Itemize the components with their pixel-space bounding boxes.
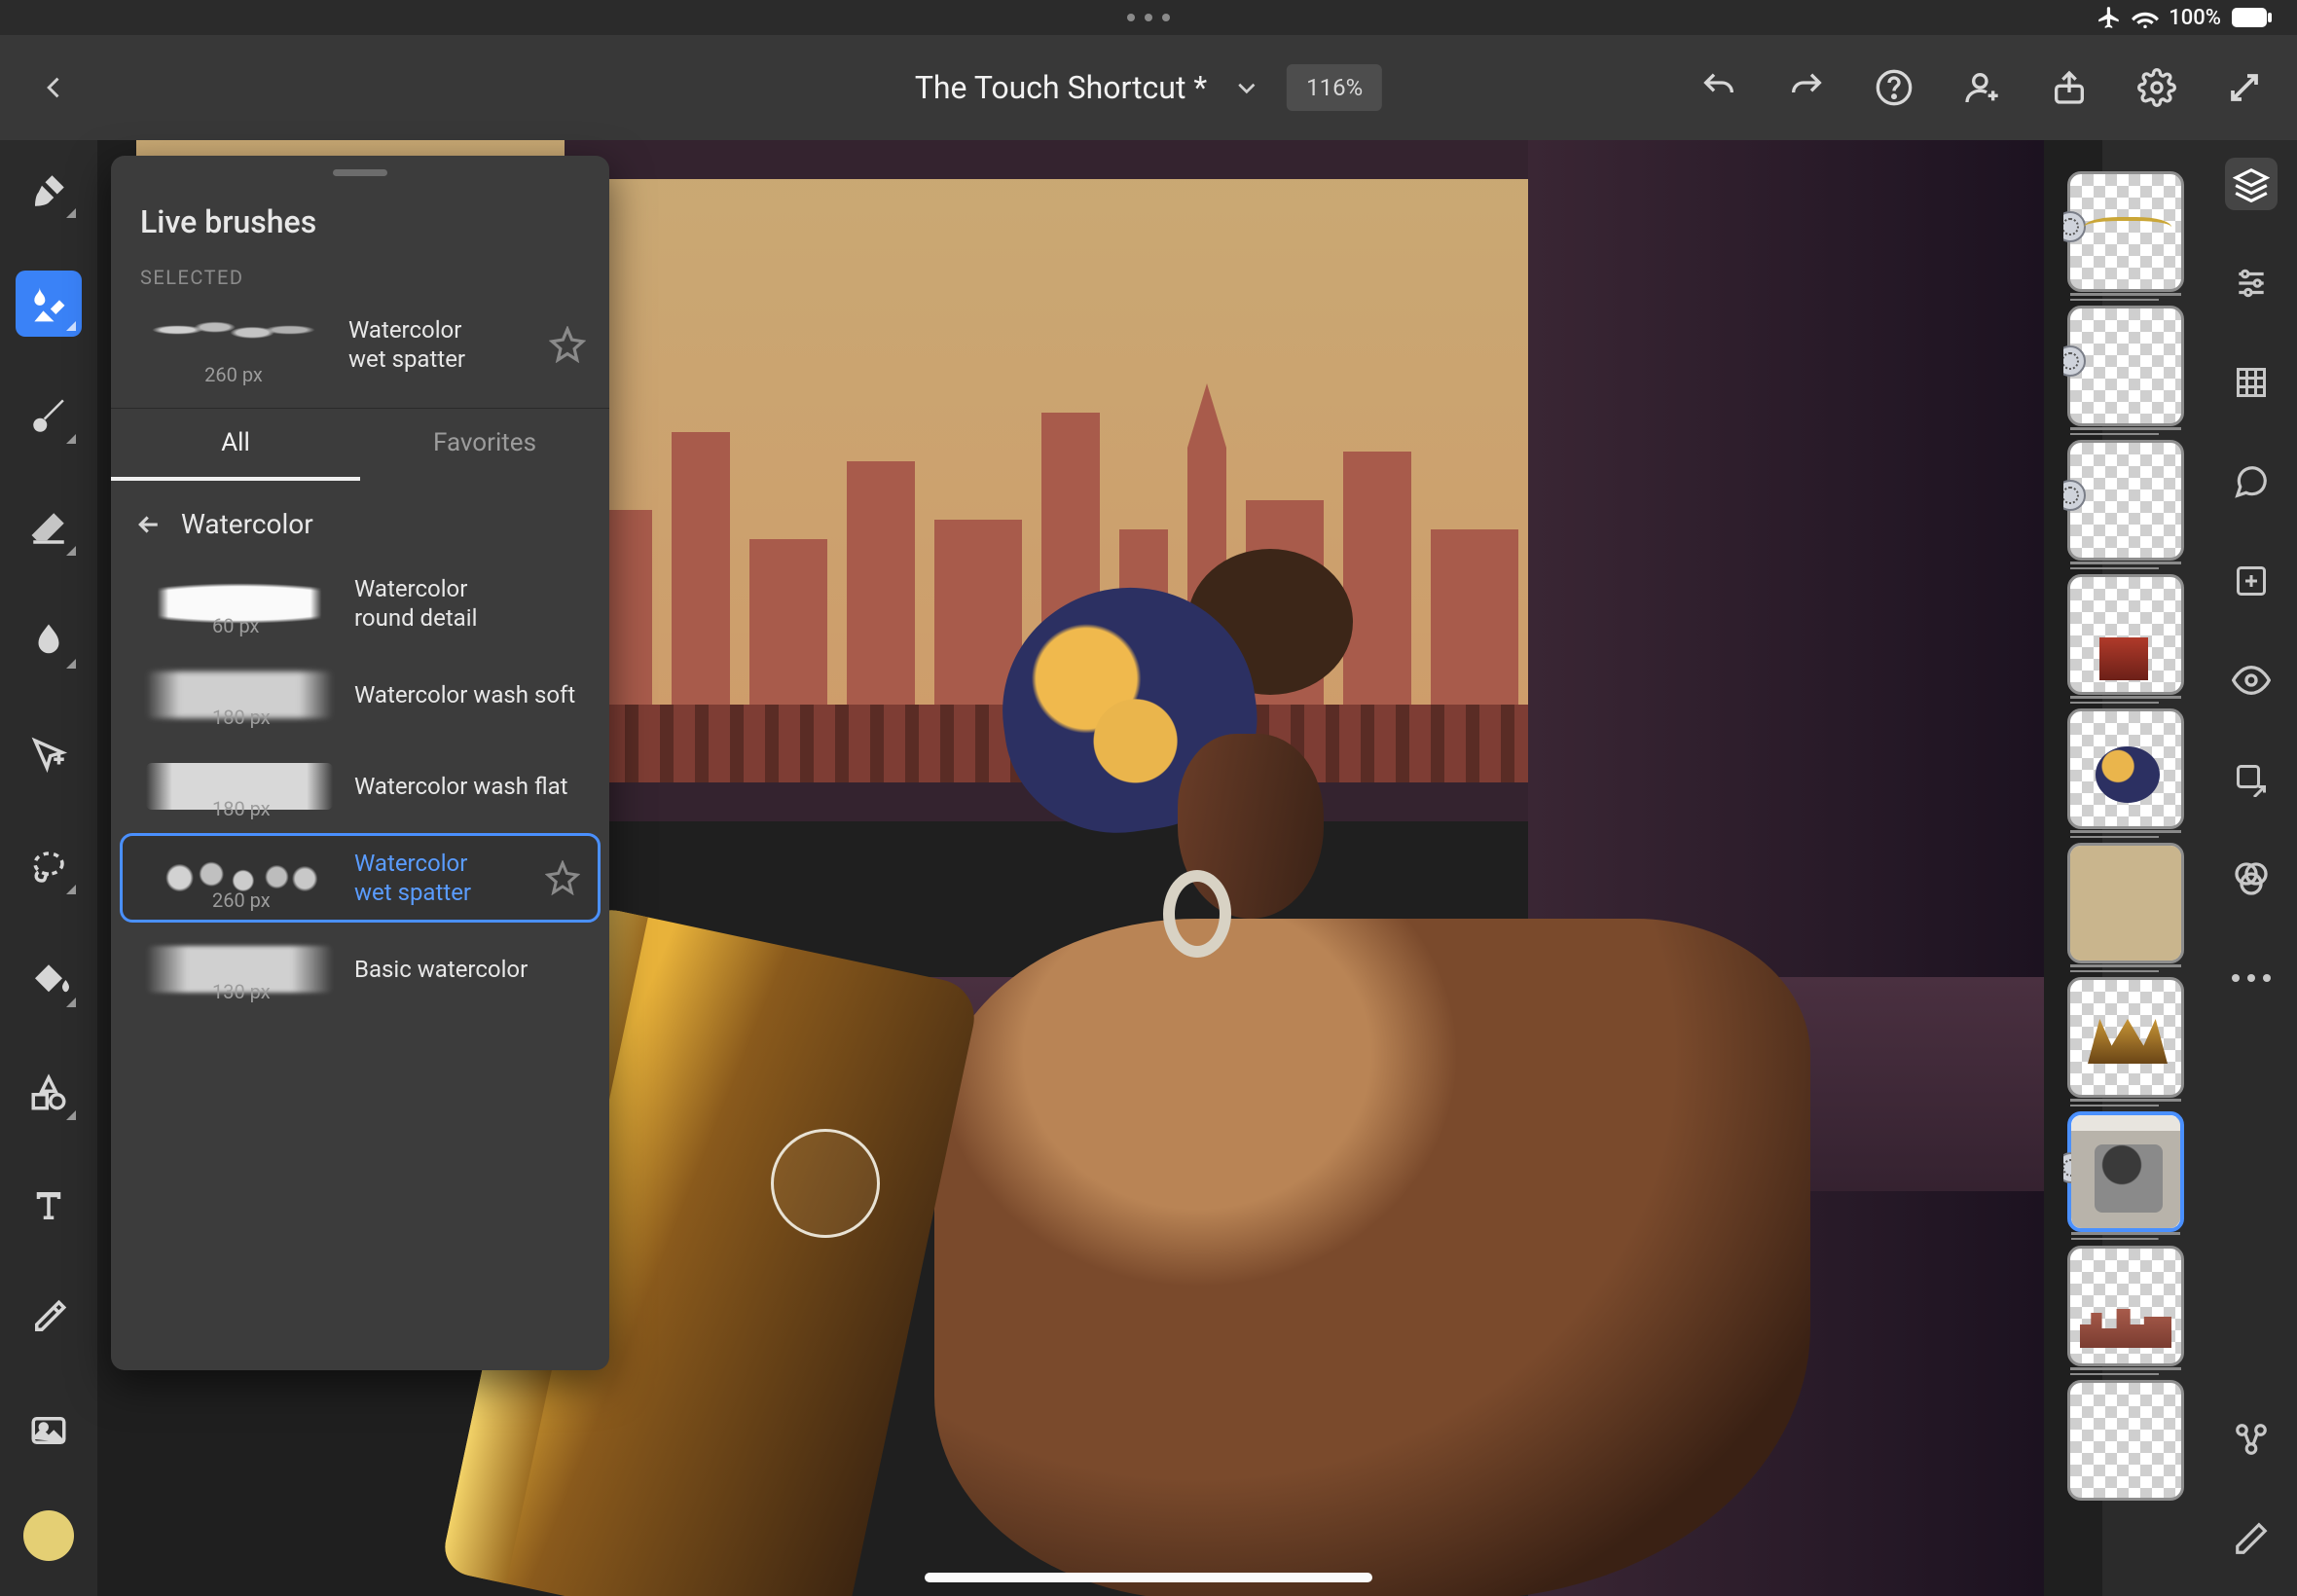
selected-label: SELECTED	[111, 266, 609, 299]
favorite-star-icon[interactable]	[545, 860, 580, 895]
layer-thumbnail[interactable]	[2067, 306, 2184, 426]
panel-drag-handle[interactable]	[333, 169, 387, 176]
eraser-tool[interactable]	[16, 496, 82, 562]
lasso-tool[interactable]	[16, 834, 82, 900]
brush-category-name: Watercolor	[181, 508, 313, 540]
brush-size: 130 px	[212, 980, 271, 1003]
nodes-button[interactable]	[2225, 1413, 2278, 1466]
fill-tool[interactable]	[16, 947, 82, 1013]
brush-name: Watercolor wash soft	[354, 680, 575, 709]
arrow-left-icon	[134, 510, 164, 539]
app-top-bar: The Touch Shortcut * 116%	[0, 35, 2297, 140]
redo-button[interactable]	[1785, 66, 1828, 109]
brush-name-2: wet spatter	[354, 878, 471, 907]
shape-tool[interactable]	[16, 1060, 82, 1126]
brush-size: 60 px	[212, 614, 259, 637]
brush-category-breadcrumb[interactable]: Watercolor	[111, 481, 609, 558]
adjust-brush-tool[interactable]	[16, 158, 82, 224]
layer-thumbnail[interactable]	[2067, 1111, 2184, 1232]
layer-thumbnail[interactable]	[2067, 708, 2184, 829]
color-harmony-button[interactable]	[2225, 852, 2278, 905]
edit-button[interactable]	[2225, 1512, 2278, 1565]
visibility-button[interactable]	[2225, 654, 2278, 707]
panel-title: Live brushes	[111, 176, 609, 266]
battery-icon	[2231, 7, 2274, 28]
smudge-tool[interactable]	[16, 608, 82, 674]
layer-thumbnail[interactable]	[2067, 1380, 2184, 1501]
home-indicator[interactable]	[925, 1573, 1372, 1582]
add-layer-button[interactable]	[2225, 555, 2278, 607]
chevron-down-icon[interactable]	[1234, 75, 1259, 100]
back-button[interactable]	[31, 64, 78, 111]
comments-button[interactable]	[2225, 455, 2278, 508]
multitask-dots-icon[interactable]	[1127, 14, 1170, 21]
settings-button[interactable]	[2135, 66, 2178, 109]
fullscreen-button[interactable]	[2223, 66, 2266, 109]
type-tool[interactable]	[16, 1173, 82, 1239]
left-toolbar	[0, 140, 97, 1596]
brush-row[interactable]: 180 px Watercolor wash flat	[123, 744, 598, 828]
layer-thumbnail[interactable]	[2067, 440, 2184, 561]
layers-strip[interactable]	[2063, 165, 2196, 1557]
zoom-level[interactable]: 116%	[1287, 64, 1382, 111]
brush-name-2: round detail	[354, 603, 477, 633]
place-image-tool[interactable]	[16, 1397, 82, 1464]
brush-size: 260 px	[212, 889, 271, 912]
grid-button[interactable]	[2225, 356, 2278, 409]
brush-tabs: All Favorites	[111, 408, 609, 481]
more-options-button[interactable]	[2225, 952, 2278, 1004]
move-tool[interactable]	[16, 721, 82, 787]
selected-brush-size: 260 px	[140, 363, 327, 386]
document-title[interactable]: The Touch Shortcut *	[915, 69, 1207, 106]
layers-panel-button[interactable]	[2225, 158, 2278, 210]
brush-size: 180 px	[212, 706, 271, 729]
layer-thumbnail[interactable]	[2067, 1246, 2184, 1366]
brush-name: Watercolor	[354, 574, 477, 603]
brush-size: 180 px	[212, 797, 271, 820]
brush-row[interactable]: 180 px Watercolor wash soft	[123, 653, 598, 737]
layer-thumbnail[interactable]	[2067, 171, 2184, 292]
brush-panel: Live brushes SELECTED 260 px Watercolor …	[111, 156, 609, 1370]
airplane-mode-icon	[2096, 5, 2122, 30]
brush-name: Basic watercolor	[354, 955, 528, 984]
ios-status-bar: 100%	[0, 0, 2297, 35]
share-button[interactable]	[2048, 66, 2091, 109]
foreground-color-swatch[interactable]	[23, 1510, 74, 1561]
eyedropper-tool[interactable]	[16, 1285, 82, 1351]
selected-brush-name: Watercolor	[348, 315, 465, 345]
brush-name: Watercolor wash flat	[354, 772, 568, 801]
favorite-star-icon[interactable]	[549, 326, 586, 363]
brush-list: 60 px Watercolorround detail 180 px Wate…	[111, 558, 609, 1015]
undo-button[interactable]	[1697, 66, 1740, 109]
wifi-icon	[2132, 4, 2159, 31]
right-rail	[2206, 140, 2297, 1596]
brush-row[interactable]: 60 px Watercolorround detail	[123, 562, 598, 645]
selected-brush-name-2: wet spatter	[348, 345, 465, 374]
tab-all[interactable]: All	[111, 409, 360, 481]
touch-shortcut-ring[interactable]	[771, 1129, 880, 1238]
brush-row[interactable]: 130 px Basic watercolor	[123, 927, 598, 1011]
layer-thumbnail[interactable]	[2067, 574, 2184, 695]
battery-percent: 100%	[2169, 6, 2221, 30]
properties-button[interactable]	[2225, 257, 2278, 309]
export-button[interactable]	[2225, 753, 2278, 806]
invite-button[interactable]	[1960, 66, 2003, 109]
help-button[interactable]	[1873, 66, 1915, 109]
brush-name: Watercolor	[354, 849, 471, 878]
layer-thumbnail[interactable]	[2067, 843, 2184, 963]
selected-brush-row[interactable]: 260 px Watercolor wet spatter	[111, 299, 609, 408]
tab-favorites[interactable]: Favorites	[360, 409, 609, 481]
brush-tool[interactable]	[16, 383, 82, 450]
layer-thumbnail[interactable]	[2067, 977, 2184, 1098]
live-brush-tool[interactable]	[16, 271, 82, 337]
brush-row[interactable]: 260 px Watercolorwet spatter	[123, 836, 598, 920]
selected-brush-preview	[140, 303, 327, 357]
